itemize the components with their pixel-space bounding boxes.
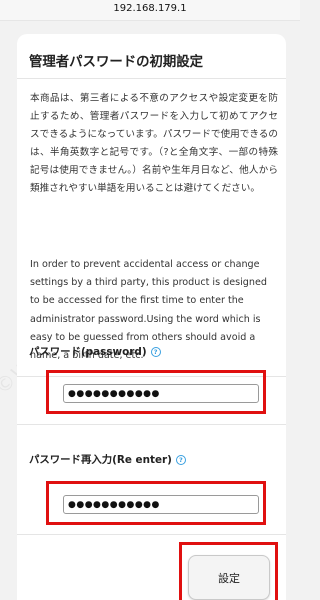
reenter-field-highlight <box>46 481 266 525</box>
password-label: パスワード(password)? <box>29 343 161 358</box>
browser-url-bar[interactable]: 192.168.179.1 <box>0 0 300 21</box>
submit-highlight: 設定 <box>179 542 278 600</box>
title-divider <box>17 78 286 79</box>
reenter-password-input[interactable] <box>63 495 259 514</box>
password-setup-panel: 管理者パスワードの初期設定 本商品は、第三者による不意のアクセスや設定変更を防止… <box>17 34 286 600</box>
password-input[interactable] <box>63 384 259 403</box>
description-scroll-area[interactable]: 本商品は、第三者による不意のアクセスや設定変更を防止するため、管理者パスワードを… <box>17 84 286 376</box>
submit-button[interactable]: 設定 <box>188 555 270 600</box>
description-japanese: 本商品は、第三者による不意のアクセスや設定変更を防止するため、管理者パスワードを… <box>30 93 278 194</box>
reenter-section-divider <box>17 534 286 535</box>
question-mark-circle-icon[interactable]: ? <box>150 347 161 357</box>
question-mark-circle-icon[interactable]: ? <box>175 455 186 465</box>
password-label-text: パスワード(password) <box>29 346 147 358</box>
page-title: 管理者パスワードの初期設定 <box>29 55 204 70</box>
reenter-label: パスワード再入力(Re enter)? <box>29 451 186 466</box>
reenter-label-text: パスワード再入力(Re enter) <box>29 454 172 466</box>
password-section-divider <box>17 424 286 425</box>
browser-url-text: 192.168.179.1 <box>113 3 187 14</box>
password-field-highlight <box>46 370 266 414</box>
